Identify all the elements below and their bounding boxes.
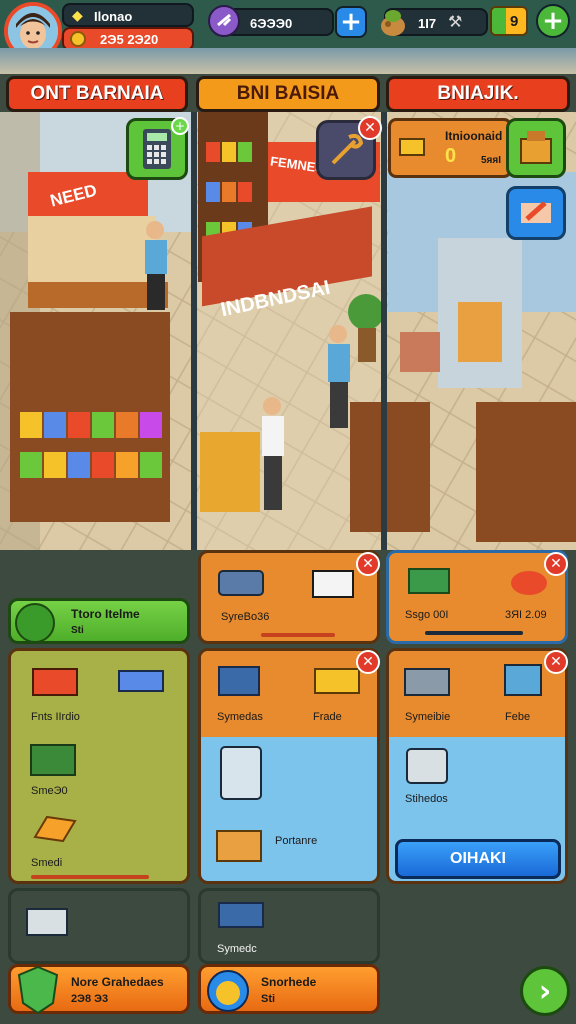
wrench-icon: ⚒ [448,12,463,31]
left-item-label-1: SmeЭ0 [31,785,68,797]
storage-icon [218,570,264,596]
close-mid-top-icon[interactable]: ✕ [356,552,380,576]
box-icon [399,138,425,156]
info-panel: Itnioonaid 0 5яяI [388,118,512,178]
level-badge: 9 [490,6,528,36]
tab-bni-baisia[interactable]: BNI BAISIA [196,76,380,112]
crate-green-icon [408,568,450,594]
nore-card-subtitle: 2Э8 Э3 [71,993,109,1005]
right-top-label-1: 3ЯI 2.09 [505,609,547,621]
cash-register-icon[interactable] [23,661,93,701]
progress-bar [261,633,335,637]
snorhede-card-title: Snorhede [261,975,317,989]
ttoro-card-title: Ttoro Itelme [71,607,140,621]
mid-top-panel[interactable]: SyreBo36 [198,550,380,644]
chest-button[interactable] [506,118,566,178]
player-name-bar: ◆ Ilonao [62,3,194,27]
mid-items-panel: Symedas Frade Portanre [198,648,380,884]
snorhede-card-subtitle: Sti [261,993,276,1005]
close-tool-icon[interactable]: ✕ [358,116,382,140]
next-arrow-button[interactable]: › [520,966,570,1016]
tab-ont-barnaia[interactable]: ONT BARNAIA [6,76,188,112]
energy-value: 1I7 [418,16,437,31]
close-right-top-icon[interactable]: ✕ [544,552,568,576]
right-top-panel[interactable]: Ssgo 00I 3ЯI 2.09 [386,550,568,644]
player-name: Ilonao [94,9,133,24]
add-gems-button[interactable]: + [335,6,367,38]
info-panel-value: 0 [445,145,457,167]
shield-badge-icon [17,965,59,1015]
pet-icon [207,970,249,1012]
coin-icon [70,31,86,47]
left-bottom-panel [8,888,190,964]
printer-icon[interactable] [401,659,455,703]
mid-top-panel-label: SyreBo36 [221,611,270,623]
toolbox-icon[interactable] [213,895,273,935]
gold-bar-icon[interactable] [27,807,83,851]
ttoro-card-subtitle: Sti [71,625,84,636]
register-machine-icon[interactable] [21,895,81,945]
diamond-icon: ◆ [72,8,83,24]
mid-item-label-1: Frade [313,711,342,723]
column-divider [381,112,387,550]
coffee-machine-icon[interactable] [401,741,457,791]
hammer-button[interactable] [506,186,566,240]
player-money: 2Э5 2Э20 [100,32,159,47]
nore-card-title: Nore Grahedaes [71,975,164,989]
ttoro-card[interactable]: Ttoro Itelme Sti [8,598,190,644]
mid-bottom-label: Symedc [217,943,257,955]
gem-icon [208,5,240,37]
nore-card[interactable]: Nore Grahedaes 2Э8 Э3 [8,964,190,1015]
info-panel-title: Itnioonaid [445,129,503,143]
right-top-label-0: Ssgo 00I [405,609,449,621]
fridge-icon[interactable] [215,743,269,803]
coffee-sack-icon [376,4,410,38]
snorhede-card[interactable]: Snorhede Sti [198,964,380,1014]
column-divider [191,112,197,550]
mid-item-label-2: Portanre [275,835,318,847]
close-right-items-icon[interactable]: ✕ [544,650,568,674]
radio-icon[interactable] [215,659,265,703]
hammer-icon [521,201,551,223]
mid-item-label-0: Symedas [217,711,263,723]
oihaki-button[interactable]: OIHAKI [395,839,561,879]
tray-icon[interactable] [115,663,171,703]
calculator-button[interactable]: + [126,117,189,180]
produce-crate-icon[interactable] [27,735,83,781]
progress-bar [425,631,523,635]
right-item-label-1: Febe [505,711,531,723]
crate-icon [520,131,552,164]
card-icon [312,570,354,598]
close-mid-items-icon[interactable]: ✕ [356,650,380,674]
character-icon [15,603,55,643]
right-item-label-2: Stihedos [405,793,448,805]
info-panel-small: 5яяI [481,155,502,166]
left-items-panel: Fnts IIrdio SmeЭ0 Smedi [8,648,190,884]
background-building [0,48,576,74]
level-value: 9 [510,13,519,30]
mid-bottom-panel: Symedc [198,888,380,964]
left-item-label-2: Smedi [31,857,63,869]
gems-value: 6ЭЭЭ0 [250,16,293,31]
right-item-label-0: Symeibie [405,711,451,723]
right-items-panel: Symeibie Febe Stihedos OIHAKI [386,648,568,884]
tab-bniajik[interactable]: BNIAJIK. [386,76,570,112]
progress-bar [31,875,149,879]
cardboard-box-icon[interactable] [213,821,267,867]
add-energy-button[interactable]: + [536,4,570,38]
plus-badge-icon: + [171,117,189,135]
chevron-right-icon: › [538,973,552,1009]
left-item-label-0: Fnts IIrdio [31,711,80,723]
